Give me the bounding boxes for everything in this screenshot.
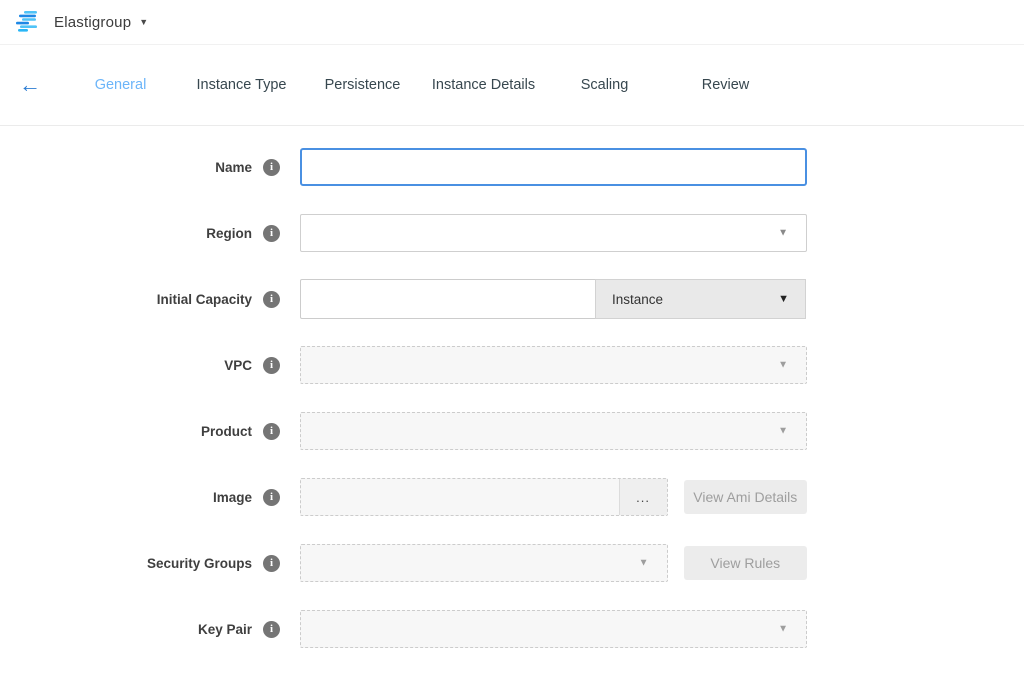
info-icon[interactable]: i [263,489,280,506]
field-row-vpc: VPC i ▼ [0,346,1024,384]
brand-title: Elastigroup [54,14,131,31]
initial-capacity-label: Initial Capacity [157,292,252,307]
name-input[interactable] [300,148,807,186]
view-rules-button[interactable]: View Rules [684,546,807,580]
chevron-down-icon: ▼ [778,228,788,239]
field-row-security-groups: Security Groups i ▼ View Rules [0,544,1024,582]
chevron-down-icon: ▼ [778,293,789,305]
info-icon[interactable]: i [263,159,280,176]
info-icon[interactable]: i [263,555,280,572]
capacity-unit-value: Instance [612,292,663,307]
tab-instance-type[interactable]: Instance Type [181,77,302,93]
image-label: Image [213,490,252,505]
security-groups-select[interactable]: ▼ [300,544,668,582]
tab-instance-details[interactable]: Instance Details [423,77,544,93]
chevron-down-icon: ▼ [778,624,788,635]
view-ami-details-button[interactable]: View Ami Details [684,480,807,514]
security-groups-label: Security Groups [147,556,252,571]
chevron-down-icon: ▼ [778,360,788,371]
wizard-tab-bar: ← General Instance Type Persistence Inst… [0,45,1024,126]
product-switcher[interactable]: Elastigroup ▼ [54,14,148,31]
product-label: Product [201,424,252,439]
info-icon[interactable]: i [263,423,280,440]
key-pair-select[interactable]: ▼ [300,610,807,648]
product-select[interactable]: ▼ [300,412,807,450]
field-row-name: Name i [0,148,1024,186]
capacity-unit-select[interactable]: Instance ▼ [595,279,806,319]
info-icon[interactable]: i [263,357,280,374]
chevron-down-icon: ▼ [778,426,788,437]
initial-capacity-input[interactable] [300,279,596,319]
chevron-down-icon: ▼ [139,17,148,27]
region-label: Region [206,226,252,241]
tab-general[interactable]: General [60,77,181,93]
field-row-product: Product i ▼ [0,412,1024,450]
top-bar: Elastigroup ▼ [0,0,1024,45]
info-icon[interactable]: i [263,291,280,308]
vpc-select[interactable]: ▼ [300,346,807,384]
image-value [301,479,619,515]
wizard-tabs: General Instance Type Persistence Instan… [60,77,786,93]
name-label: Name [215,160,252,175]
info-icon[interactable]: i [263,225,280,242]
tab-review[interactable]: Review [665,77,786,93]
browse-image-button[interactable]: ... [619,479,667,515]
field-row-image: Image i ... View Ami Details [0,478,1024,516]
general-settings-form: Name i Region i ▼ Initial Capacity i Ins… [0,126,1024,648]
chevron-down-icon: ▼ [639,558,649,569]
key-pair-label: Key Pair [198,622,252,637]
field-row-region: Region i ▼ [0,214,1024,252]
tab-persistence[interactable]: Persistence [302,77,423,93]
back-arrow-icon[interactable]: ← [0,74,60,96]
tab-scaling[interactable]: Scaling [544,77,665,93]
elastigroup-logo-icon [16,10,42,34]
field-row-initial-capacity: Initial Capacity i Instance ▼ [0,280,1024,318]
image-input[interactable]: ... [300,478,668,516]
vpc-label: VPC [224,358,252,373]
region-select[interactable]: ▼ [300,214,807,252]
field-row-key-pair: Key Pair i ▼ [0,610,1024,648]
info-icon[interactable]: i [263,621,280,638]
